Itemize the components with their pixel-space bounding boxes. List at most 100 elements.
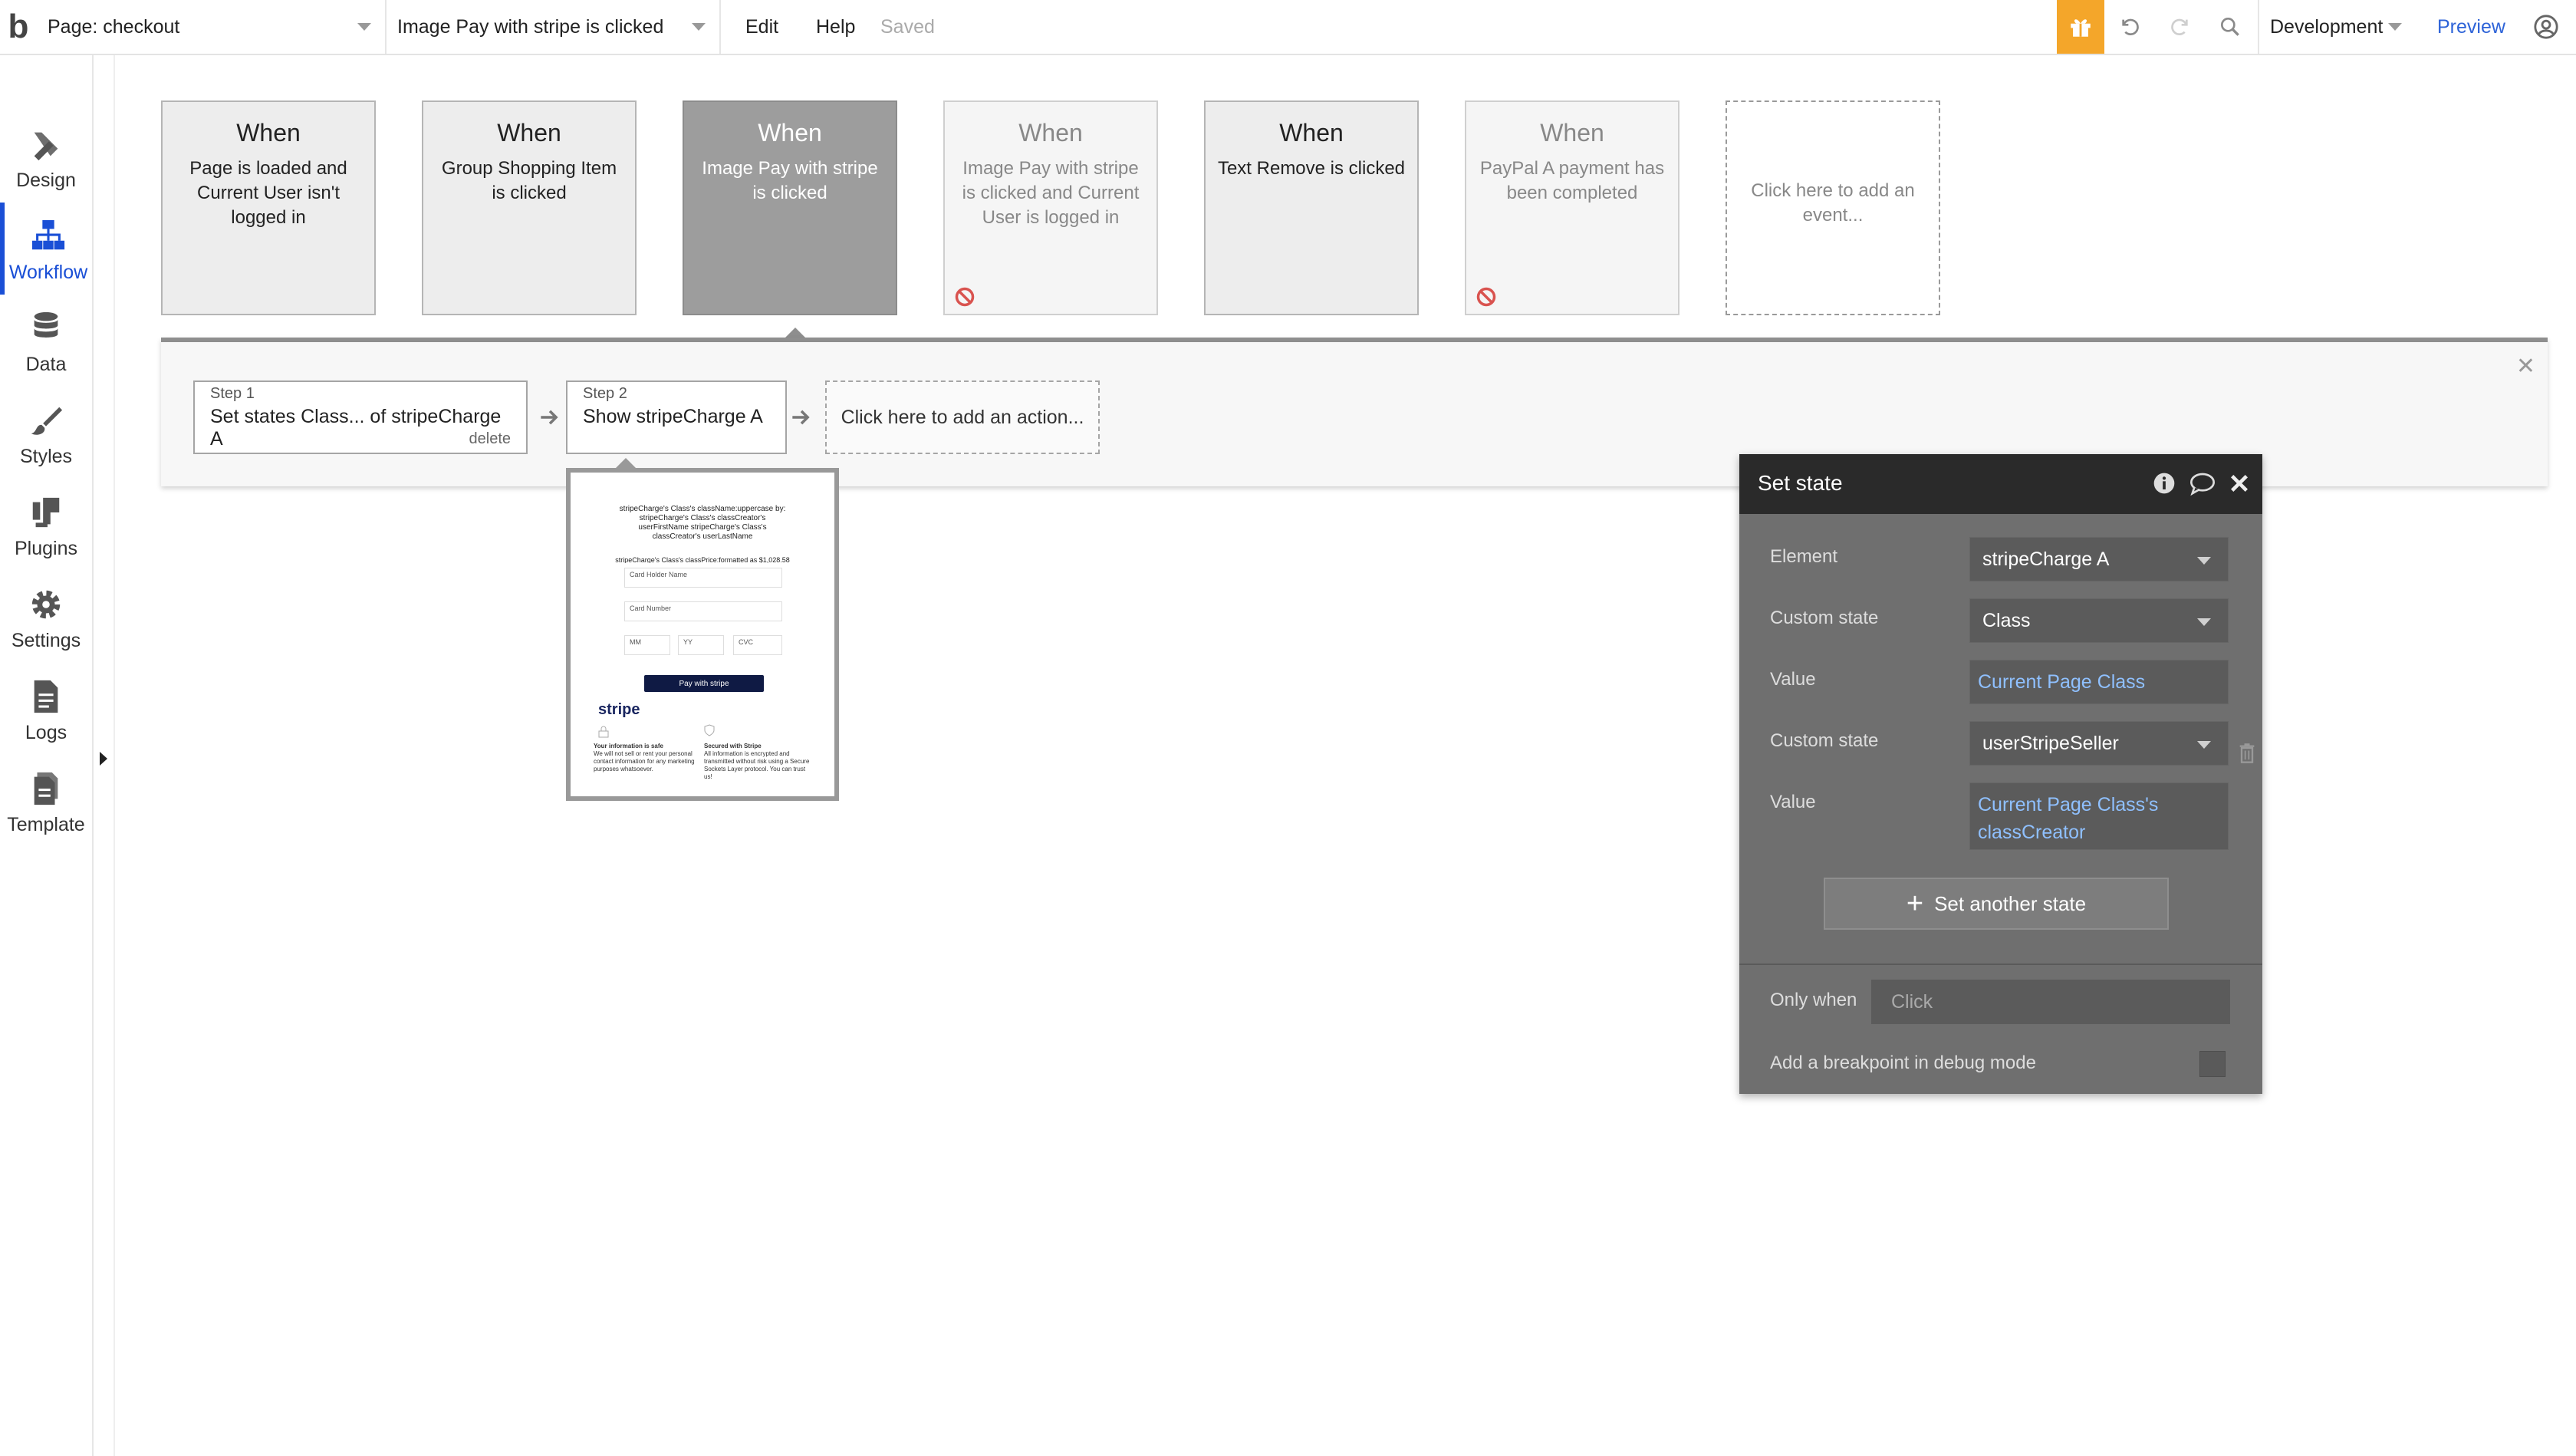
mm-field: MM <box>624 635 670 655</box>
chevron-down-icon <box>357 23 371 31</box>
gift-button[interactable] <box>2057 0 2104 54</box>
info-icon[interactable] <box>2152 471 2176 496</box>
nav-data-label: Data <box>25 354 67 375</box>
custom-state-value: Class <box>1982 609 2031 631</box>
arrow-right-icon <box>792 410 810 425</box>
preview-price-text: stripeCharge's Class's classPrice:format… <box>615 556 790 563</box>
nav-design[interactable]: Design <box>0 110 92 203</box>
nav-logs[interactable]: Logs <box>0 663 92 755</box>
step-number: Step 1 <box>210 385 255 402</box>
plugins-icon <box>32 497 60 528</box>
custom-state-dropdown[interactable]: Class <box>1969 598 2229 643</box>
nav-settings-label: Settings <box>11 630 81 651</box>
shield-icon <box>704 724 715 736</box>
chevron-down-icon <box>2197 618 2211 626</box>
left-nav: Design Workflow Data Styles Plugins Sett… <box>0 55 94 1456</box>
event-card-text-remove[interactable]: When Text Remove is clicked <box>1204 100 1419 315</box>
top-bar: b Page: checkout Image Pay with stripe i… <box>0 0 2576 55</box>
value-expression-field[interactable]: Current Page Class's classCreator <box>1969 782 2229 850</box>
chevron-down-icon <box>2197 557 2211 565</box>
info-safe-body: We will not sell or rent your personal c… <box>594 750 695 772</box>
event-selector[interactable]: Image Pay with stripe is clicked <box>387 0 721 54</box>
comment-icon[interactable] <box>2189 471 2216 496</box>
custom-state-dropdown[interactable]: userStripeSeller <box>1969 721 2229 766</box>
card-number-field: Card Number <box>624 601 782 621</box>
environment-selector[interactable]: Development <box>2258 0 2411 54</box>
data-icon <box>34 311 58 338</box>
element-dropdown[interactable]: stripeCharge A <box>1969 537 2229 581</box>
search-icon <box>2221 17 2239 36</box>
menu-edit[interactable]: Edit <box>745 0 778 54</box>
custom-state-value: userStripeSeller <box>1982 732 2119 754</box>
menu-help[interactable]: Help <box>816 0 855 54</box>
secured-note: Secured with Stripe All information is e… <box>704 743 811 781</box>
event-description: PayPal A payment has been completed <box>1479 158 1665 203</box>
event-when-label: When <box>1279 119 1344 147</box>
stripe-logo: stripe <box>598 701 640 718</box>
add-event-card[interactable]: Click here to add an event... <box>1726 100 1940 315</box>
nav-settings[interactable]: Settings <box>0 571 92 663</box>
event-when-label: When <box>236 119 301 147</box>
only-when-input[interactable]: Click <box>1871 980 2230 1024</box>
event-selector-label: Image Pay with stripe is clicked <box>397 15 664 38</box>
environment-label: Development <box>2270 15 2384 38</box>
event-description: Group Shopping Item is clicked <box>441 158 617 203</box>
card-holder-field: Card Holder Name <box>624 568 782 588</box>
step-title: Set states Class... of stripeCharge A <box>210 406 502 450</box>
value-expression-field[interactable]: Current Page Class <box>1969 660 2229 704</box>
value-label: Value <box>1770 792 1816 812</box>
nav-template[interactable]: Template <box>0 755 92 847</box>
info-safe-title: Your information is safe <box>594 743 663 749</box>
add-event-label: Click here to add an event... <box>1751 180 1915 226</box>
undo-button[interactable] <box>2107 0 2153 54</box>
add-action-button[interactable]: Click here to add an action... <box>825 380 1100 454</box>
nav-design-label: Design <box>16 170 76 191</box>
styles-icon <box>31 407 63 435</box>
workflow-icon <box>31 219 65 250</box>
info-safe-note: Your information is safe We will not sel… <box>594 743 701 773</box>
account-button[interactable] <box>2523 0 2569 54</box>
nav-styles[interactable]: Styles <box>0 387 92 479</box>
set-state-panel: Set state Element stripeCharge A Custom … <box>1739 454 2262 1094</box>
yy-field: YY <box>678 635 724 655</box>
redo-button[interactable] <box>2157 0 2203 54</box>
undo-icon <box>2122 18 2139 35</box>
set-state-header: Set state <box>1739 454 2262 514</box>
saved-status: Saved <box>880 15 935 38</box>
nav-data[interactable]: Data <box>0 295 92 387</box>
step-2-card[interactable]: Step 2 Show stripeCharge A <box>566 380 787 454</box>
secured-body: All information is encrypted and transmi… <box>704 750 810 780</box>
event-card-group-shopping-item[interactable]: When Group Shopping Item is clicked <box>422 100 637 315</box>
close-icon[interactable] <box>2229 473 2250 494</box>
custom-state-label: Custom state <box>1770 608 1879 628</box>
event-card-paypal-completed[interactable]: When PayPal A payment has been completed <box>1465 100 1679 315</box>
element-label: Element <box>1770 546 1838 567</box>
step-1-card[interactable]: Step 1 Set states Class... of stripeChar… <box>193 380 528 454</box>
nav-workflow[interactable]: Workflow <box>0 203 92 295</box>
event-card-page-loaded[interactable]: When Page is loaded and Current User isn… <box>161 100 376 315</box>
pay-with-stripe-button: Pay with stripe <box>644 675 764 692</box>
delete-step-link[interactable]: delete <box>469 430 512 448</box>
event-when-label: When <box>1018 119 1083 147</box>
breakpoint-label: Add a breakpoint in debug mode <box>1770 1052 2036 1073</box>
settings-icon <box>31 590 61 619</box>
nav-plugins[interactable]: Plugins <box>0 479 92 571</box>
set-another-state-button[interactable]: + Set another state <box>1824 878 2169 930</box>
event-description: Image Pay with stripe is clicked <box>702 158 878 203</box>
cvc-field: CVC <box>733 635 782 655</box>
page-selector[interactable]: Page: checkout <box>37 0 387 54</box>
close-icon[interactable]: ✕ <box>2516 353 2535 380</box>
event-card-pay-with-stripe[interactable]: When Image Pay with stripe is clicked <box>683 100 897 315</box>
design-icon <box>34 132 58 161</box>
step-pointer <box>615 458 637 469</box>
breakpoint-checkbox[interactable] <box>2199 1051 2226 1077</box>
gift-icon <box>2071 19 2091 37</box>
bubble-logo[interactable]: b <box>0 0 37 54</box>
event-card-pay-with-stripe-logged-in[interactable]: When Image Pay with stripe is clicked an… <box>943 100 1158 315</box>
preview-button[interactable]: Preview <box>2437 0 2505 54</box>
step-number: Step 2 <box>583 385 627 402</box>
trash-icon[interactable] <box>2238 743 2256 764</box>
event-description: Page is loaded and Current User isn't lo… <box>189 158 347 228</box>
expand-arrow-icon[interactable] <box>100 752 107 766</box>
search-button[interactable] <box>2207 0 2253 54</box>
